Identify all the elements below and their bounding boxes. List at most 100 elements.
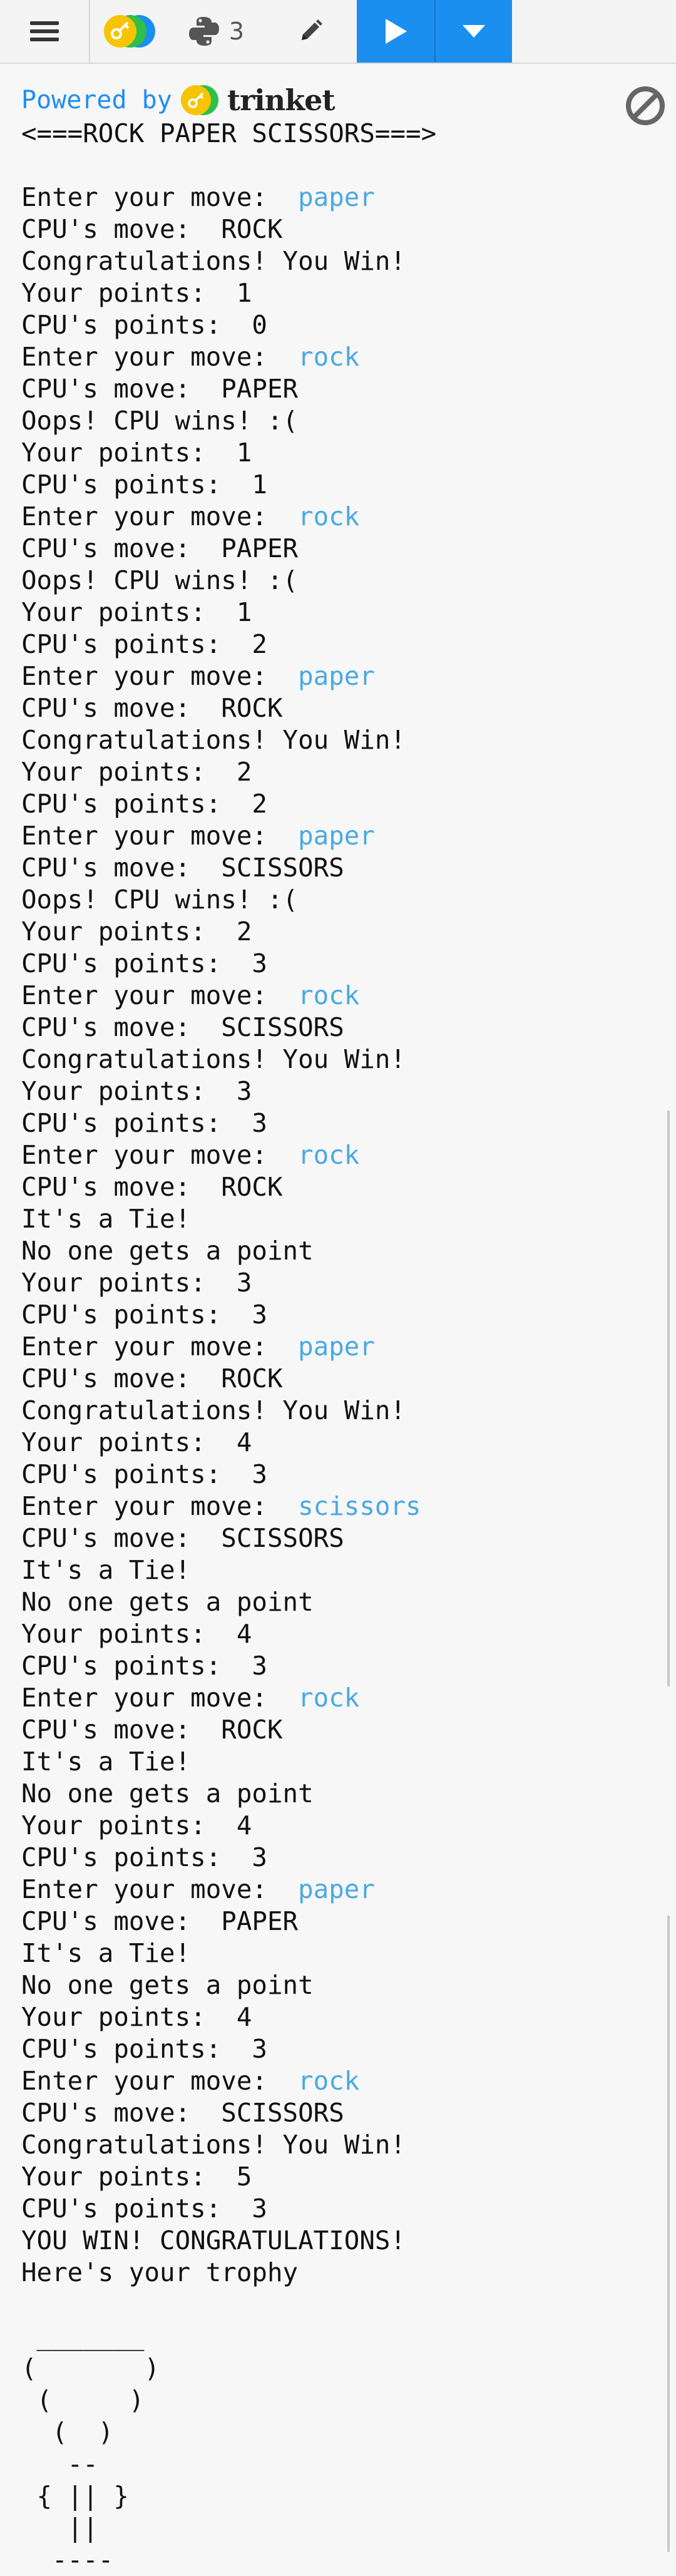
console-line: Your points: 4	[21, 1810, 647, 1842]
console-line: No one gets a point	[21, 1778, 647, 1810]
console-line-text: Oops! CPU wins! :(	[21, 406, 299, 436]
console-line: CPU's points: 3	[21, 1299, 647, 1331]
console-line-text: Your points: 1	[21, 278, 252, 308]
console-line-text: Enter your move:	[21, 182, 299, 212]
console-line-text: Your points: 4	[21, 1427, 252, 1457]
console-user-input: paper	[298, 821, 375, 851]
console-user-input: rock	[298, 980, 360, 1010]
console-line: It's a Tie!	[21, 1203, 647, 1235]
console-line-text: CPU's move: SCISSORS	[21, 853, 344, 883]
console-line: ----	[21, 2544, 647, 2576]
edit-button[interactable]	[275, 0, 346, 63]
console-line-text: Congratulations! You Win!	[21, 2130, 406, 2160]
console-line: Oops! CPU wins! :(	[21, 884, 647, 916]
console-line-text: CPU's points: 3	[21, 1300, 267, 1330]
console-line-text: CPU's move: SCISSORS	[21, 2098, 344, 2128]
console-line: CPU's points: 2	[21, 629, 647, 660]
console-line-text: Your points: 4	[21, 2002, 252, 2032]
console-line-text: It's a Tie!	[21, 1938, 191, 1968]
console-line: --	[21, 2448, 647, 2480]
run-options-dropdown[interactable]	[436, 0, 512, 63]
scrollbar-track-lower[interactable]	[667, 1916, 670, 2552]
console-line-text: CPU's move: SCISSORS	[21, 1012, 344, 1042]
console-line: ( )	[21, 2416, 647, 2448]
console-user-input: paper	[298, 1874, 375, 1904]
console-line-text: It's a Tie!	[21, 1747, 191, 1777]
powered-by-trinket-link[interactable]: Powered by trinket	[21, 81, 335, 119]
console-line: Enter your move: rock	[21, 341, 647, 373]
console-line-text: Enter your move:	[21, 1332, 299, 1362]
console-line: CPU's points: 3	[21, 2033, 647, 2065]
console-line-text: ( )	[21, 2385, 145, 2415]
trinket-logo-icon	[104, 15, 155, 48]
console-line: Enter your move: rock	[21, 501, 647, 533]
python-version-label: 3	[228, 18, 245, 45]
console-line: CPU's points: 3	[21, 1107, 647, 1139]
console-line-text: CPU's move: PAPER	[21, 533, 299, 563]
console-line-text: It's a Tie!	[21, 1204, 191, 1234]
menu-button[interactable]	[0, 0, 90, 63]
console-line: Enter your move: paper	[21, 1874, 647, 1906]
trinket-logo-button[interactable]	[90, 0, 169, 63]
console-line: ( )	[21, 2384, 647, 2416]
console-line: ( )	[21, 2353, 647, 2384]
console-line: It's a Tie!	[21, 1746, 647, 1778]
console-line-text: CPU's move: ROCK	[21, 1172, 283, 1202]
console-line: Your points: 4	[21, 1427, 647, 1459]
console-line: Enter your move: scissors	[21, 1491, 647, 1522]
console-line-text: Here's your trophy	[21, 2257, 299, 2287]
console-line: Enter your move: paper	[21, 820, 647, 852]
powered-by-label: Powered by	[21, 86, 172, 115]
console-line-text: CPU's move: PAPER	[21, 1906, 299, 1936]
console-line-text: CPU's points: 3	[21, 948, 267, 978]
console-line-text: CPU's move: PAPER	[21, 374, 299, 404]
python-icon	[188, 17, 219, 46]
console-line: Enter your move: rock	[21, 1682, 647, 1714]
console-line: Your points: 2	[21, 756, 647, 788]
console-output: <===ROCK PAPER SCISSORS===> Enter your mo…	[21, 118, 647, 2576]
console-line-text: CPU's points: 1	[21, 470, 267, 500]
console-line: CPU's move: PAPER	[21, 1906, 647, 1937]
console-line-text: CPU's points: 3	[21, 1108, 267, 1138]
console-line: CPU's points: 1	[21, 469, 647, 501]
console-line: Congratulations! You Win!	[21, 724, 647, 756]
caret-down-icon	[463, 25, 485, 38]
console-line: CPU's move: SCISSORS	[21, 1522, 647, 1554]
pencil-edit-icon	[302, 19, 322, 40]
console-line-text: Enter your move:	[21, 1140, 299, 1170]
console-line-text: Your points: 3	[21, 1076, 252, 1106]
run-button[interactable]	[357, 0, 436, 63]
console-line: Oops! CPU wins! :(	[21, 565, 647, 597]
trinket-brand-name: trinket	[227, 83, 335, 117]
console-user-input: rock	[298, 2066, 360, 2096]
console-line: CPU's move: PAPER	[21, 373, 647, 405]
console-line: Enter your move: paper	[21, 1331, 647, 1363]
console-line: CPU's points: 3	[21, 1459, 647, 1491]
console-line-text: CPU's move: ROCK	[21, 1715, 283, 1745]
console-line-text: Enter your move:	[21, 1683, 299, 1713]
console-line: It's a Tie!	[21, 1554, 647, 1586]
console-line-text: CPU's points: 2	[21, 789, 267, 819]
console-line-text: Oops! CPU wins! :(	[21, 885, 299, 915]
console-line-text: Your points: 1	[21, 438, 252, 468]
console-line-text: --	[21, 2449, 98, 2479]
console-line: Congratulations! You Win!	[21, 245, 647, 277]
console-line: Enter your move: paper	[21, 182, 647, 213]
console-line-text: CPU's points: 2	[21, 629, 267, 659]
console-line-text: YOU WIN! CONGRATULATIONS!	[21, 2225, 406, 2255]
console-line: CPU's move: ROCK	[21, 692, 647, 724]
python-version-button[interactable]: 3	[169, 0, 263, 63]
console-line-text: Enter your move:	[21, 661, 299, 691]
console-line-text: No one gets a point	[21, 1778, 314, 1809]
console-line-text: Enter your move:	[21, 1491, 299, 1521]
console-line: CPU's move: PAPER	[21, 533, 647, 565]
console-line: ||	[21, 2512, 647, 2544]
scrollbar-track-upper[interactable]	[667, 1111, 670, 1686]
console-line: CPU's points: 3	[21, 1650, 647, 1682]
console-line-text: Enter your move:	[21, 980, 299, 1010]
trinket-brand-icon	[180, 85, 218, 115]
console-line-text: <===ROCK PAPER SCISSORS===>	[21, 118, 437, 148]
console-user-input: paper	[298, 661, 375, 691]
